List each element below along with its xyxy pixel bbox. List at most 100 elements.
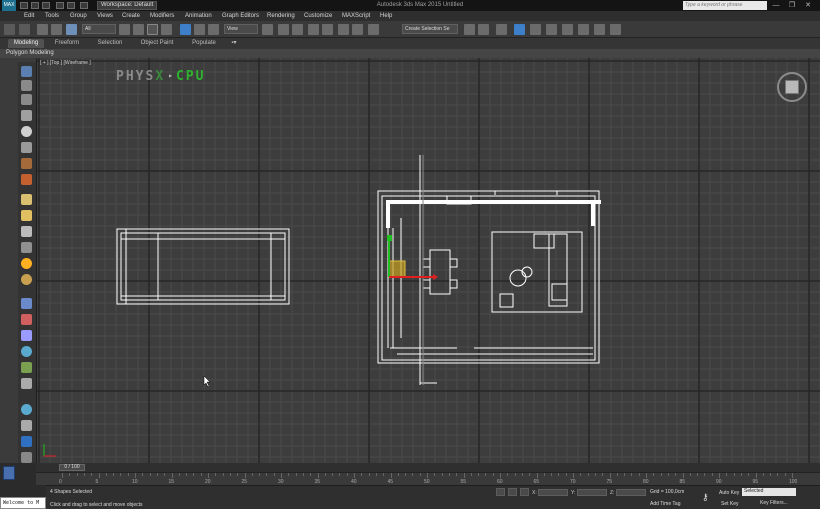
maxscript-icon[interactable] [3,466,15,480]
selection-lock-icon[interactable] [508,488,517,496]
align-icon[interactable] [478,24,489,35]
hierarchy-panel-icon[interactable] [21,94,32,105]
select-by-name-icon[interactable] [133,24,144,35]
cylinder-icon[interactable] [21,142,32,153]
key-filters-button[interactable]: Key Filters... [760,499,796,507]
undo-icon[interactable] [4,24,15,35]
tab-populate[interactable]: Populate [187,39,221,48]
ribbon-options-icon[interactable]: ▪▾ [228,39,240,48]
add-time-tag-button[interactable]: Add Time Tag [650,501,680,507]
tube-icon[interactable] [21,226,32,237]
modify-panel-icon[interactable] [21,80,32,91]
render-production-icon[interactable] [610,24,621,35]
plane-icon[interactable] [21,274,32,285]
create-panel-icon[interactable] [21,66,32,77]
open-icon[interactable] [31,2,39,9]
curve-editor-icon[interactable] [530,24,541,35]
selection-filter-select[interactable]: All [82,24,116,34]
window-crossing-icon[interactable] [161,24,172,35]
schematic-view-icon[interactable] [546,24,557,35]
select-and-scale-icon[interactable] [208,24,219,35]
z-coord-field[interactable] [616,489,646,496]
tab-freeform[interactable]: Freeform [50,39,84,48]
menu-rendering[interactable]: Rendering [267,11,295,21]
select-and-rotate-icon[interactable] [194,24,205,35]
maxscript-listener-input[interactable]: Welcome to M [0,497,46,509]
menu-modifiers[interactable]: Modifiers [150,11,174,21]
percent-snap-icon[interactable] [338,24,349,35]
viewport-canvas[interactable] [37,58,820,463]
reference-coordinate-select[interactable]: View [224,24,258,34]
key-mode-select[interactable]: Selected [742,488,796,496]
workspace-select[interactable]: Workspace: Default [97,1,157,10]
select-and-manipulate-icon[interactable] [278,24,289,35]
y-coord-field[interactable] [577,489,607,496]
mirror-icon[interactable] [464,24,475,35]
menu-views[interactable]: Views [97,11,113,21]
project-folder-icon[interactable] [80,2,88,9]
viewport-top[interactable]: [ + ] [Top ] [Wireframe ] PHYSX ▸ CPU [36,58,820,463]
spinner-snap-icon[interactable] [352,24,363,35]
isolate-selection-icon[interactable] [496,488,505,496]
layer-manager-icon[interactable] [496,24,507,35]
rendered-frame-window-icon[interactable] [594,24,605,35]
material-editor-icon[interactable] [562,24,573,35]
pyramid-icon[interactable] [21,242,32,253]
viewcube-icon[interactable] [777,72,807,102]
close-button[interactable]: ✕ [802,0,814,11]
bone-icon[interactable] [21,314,32,325]
environment-icon[interactable] [21,420,32,431]
particle-icon[interactable] [21,298,32,309]
shape-object-left[interactable] [116,228,290,305]
tab-modeling[interactable]: Modeling [8,39,44,48]
absolute-mode-icon[interactable] [520,488,529,496]
keyboard-shortcut-icon[interactable] [292,24,303,35]
auto-key-button[interactable]: Auto Key [719,490,739,496]
menu-group[interactable]: Group [70,11,87,21]
menu-graph-editors[interactable]: Graph Editors [222,11,259,21]
menu-create[interactable]: Create [122,11,140,21]
torus-icon[interactable] [21,158,32,169]
time-slider[interactable]: 0 / 100 [36,463,820,472]
graphite-tools-icon[interactable] [514,24,525,35]
teapot-icon[interactable] [21,174,32,185]
undo-icon[interactable] [56,2,64,9]
time-slider-handle[interactable]: 0 / 100 [59,464,85,471]
menu-maxscript[interactable]: MAXScript [342,11,370,21]
set-key-button[interactable]: Set Key [721,501,739,507]
viewport-label-menu[interactable]: [ + ] [Top ] [Wireframe ] [40,60,91,66]
rectangular-selection-icon[interactable] [147,24,158,35]
select-and-move-icon[interactable] [180,24,191,35]
pivot-center-icon[interactable] [262,24,273,35]
angle-snap-icon[interactable] [322,24,333,35]
select-object-icon[interactable] [119,24,130,35]
named-selection-select[interactable]: Create Selection Se [402,24,458,34]
x-coord-field[interactable] [538,489,568,496]
geosphere-icon[interactable] [21,210,32,221]
track-bar[interactable]: 0 5 10 15 20 25 30 35 40 45 50 55 60 65 70 75 80 85 90 95 10… [36,472,820,485]
utilities-icon[interactable] [21,436,32,447]
light-icon[interactable] [21,258,32,269]
redo-icon[interactable] [19,24,30,35]
unlink-icon[interactable] [51,24,62,35]
select-and-link-icon[interactable] [37,24,48,35]
render-icon[interactable] [21,404,32,415]
menu-help[interactable]: Help [380,11,392,21]
tab-object-paint[interactable]: Object Paint [137,39,177,48]
cone-icon[interactable] [21,194,32,205]
scene-explorer-icon[interactable] [21,452,32,463]
app-logo-button[interactable]: MAX [2,0,16,11]
new-icon[interactable] [20,2,28,9]
helper-icon[interactable] [21,346,32,357]
menu-tools[interactable]: Tools [45,11,59,21]
edit-named-selection-icon[interactable] [368,24,379,35]
save-icon[interactable] [42,2,50,9]
redo-icon[interactable] [67,2,75,9]
maximize-button[interactable]: ❐ [786,0,798,11]
tab-selection[interactable]: Selection [93,39,127,48]
menu-animation[interactable]: Animation [185,11,212,21]
set-key-icon[interactable]: ⚷ [702,493,714,502]
menu-edit[interactable]: Edit [24,11,34,21]
box-icon[interactable] [21,110,32,121]
viewcube-face[interactable] [785,80,799,94]
